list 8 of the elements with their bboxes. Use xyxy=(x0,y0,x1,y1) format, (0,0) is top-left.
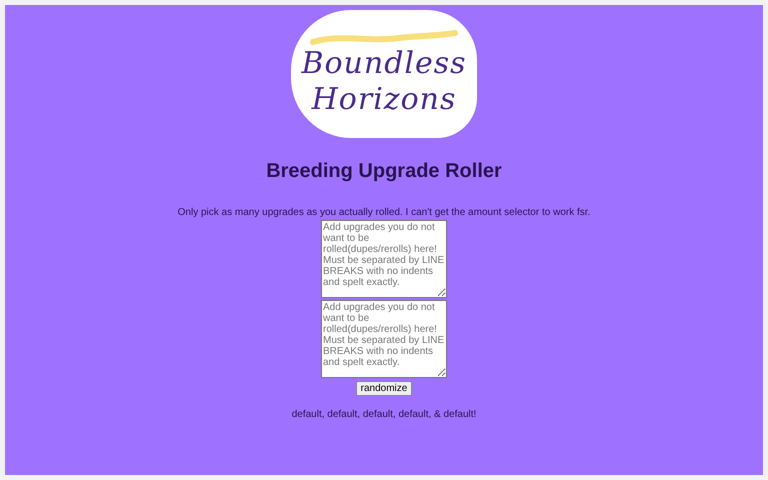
instructions-text: Only pick as many upgrades as you actually rolled. I can't get the amount selector to work fsr. xyxy=(178,207,590,219)
result-text: default, default, default, default, & default! xyxy=(292,409,476,420)
logo-text: Boundless xyxy=(301,46,467,82)
randomize-button[interactable]: randomize xyxy=(356,381,412,396)
page-title: Breeding Upgrade Roller xyxy=(266,160,502,183)
logo-text: Horizons xyxy=(312,82,456,118)
exclusion-field[interactable]: Add upgrades you do not want to be rolled(dupes/rerolls) here! Must be separated by LINE BREAKS with no indents and spelt exactly. xyxy=(321,220,447,298)
exclusion-field[interactable]: Add upgrades you do not want to be rolled(dupes/rerolls) here! Must be separated by LINE BREAKS with no indents and spelt exactly. xyxy=(321,300,447,378)
